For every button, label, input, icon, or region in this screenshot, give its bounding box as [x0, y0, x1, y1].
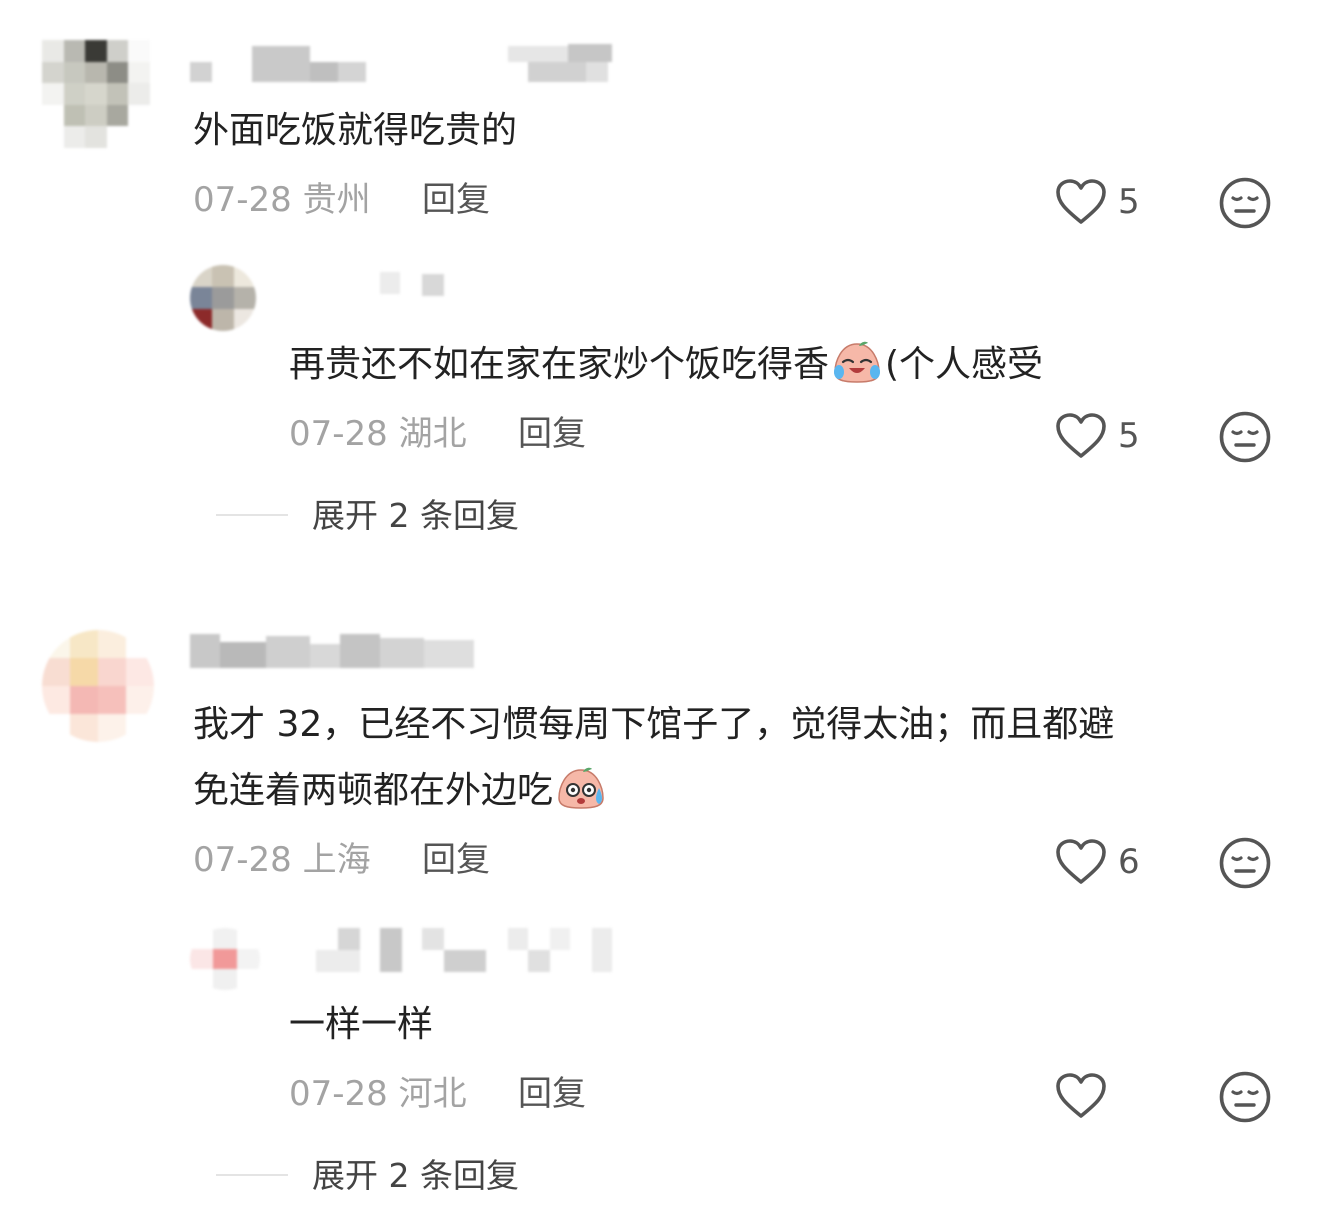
comment-meta: 07-28 贵州 — [193, 180, 371, 220]
heart-icon — [1056, 179, 1106, 224]
comment-text-line: 免连着两顿都在外边吃 — [193, 758, 1114, 824]
comment-text: 外面吃饭就得吃贵的 — [193, 110, 518, 151]
like-count: 6 — [1118, 842, 1140, 882]
reply-date: 07-28 — [289, 1074, 388, 1114]
sweating-peach-emoji-icon — [558, 767, 604, 809]
comment-date: 07-28 — [193, 180, 292, 220]
reply-avatar[interactable] — [190, 265, 256, 331]
like-count: 5 — [1118, 416, 1140, 456]
avatar[interactable] — [42, 40, 150, 148]
reply-username[interactable] — [270, 272, 460, 302]
reply-meta: 07-28 湖北 — [289, 414, 467, 454]
divider-line — [216, 1174, 288, 1176]
username[interactable] — [190, 634, 490, 674]
crying-laughing-peach-emoji-icon — [834, 341, 881, 383]
divider-line — [216, 514, 288, 516]
comment-meta: 07-28 上海 — [193, 840, 371, 880]
reply-button[interactable]: 回复 — [422, 840, 490, 880]
reply-button[interactable]: 回复 — [518, 414, 586, 454]
like-button[interactable] — [1055, 1072, 1155, 1120]
expand-replies-button[interactable]: 展开 2 条回复 — [312, 1156, 519, 1196]
reply-location: 湖北 — [398, 414, 467, 454]
reply-text: 一样一样 — [289, 1004, 434, 1045]
reply-button[interactable]: 回复 — [422, 180, 490, 220]
like-button[interactable]: 5 — [1055, 178, 1155, 226]
reply-location: 河北 — [398, 1074, 467, 1114]
dislike-face-icon[interactable] — [1218, 176, 1272, 230]
reply-username[interactable] — [316, 928, 616, 972]
like-button[interactable]: 5 — [1055, 412, 1155, 460]
heart-icon — [1056, 413, 1106, 458]
comment-date: 07-28 — [193, 840, 292, 880]
expand-replies-button[interactable]: 展开 2 条回复 — [312, 496, 519, 536]
comment-text-line: 我才 32，已经不习惯每周下馆子了，觉得太油；而且都避 — [193, 704, 1115, 745]
heart-icon — [1056, 839, 1106, 884]
dislike-face-icon[interactable] — [1218, 1070, 1272, 1124]
reply-text: 再贵还不如在家在家炒个饭吃得香 (个人感受 — [289, 332, 1043, 398]
avatar[interactable] — [42, 630, 154, 742]
comment-location: 上海 — [302, 840, 371, 880]
heart-icon — [1056, 1073, 1106, 1118]
username[interactable] — [190, 42, 620, 82]
like-button[interactable]: 6 — [1055, 838, 1155, 886]
comment-location: 贵州 — [302, 180, 371, 220]
dislike-face-icon[interactable] — [1218, 836, 1272, 890]
like-count: 5 — [1118, 182, 1140, 222]
reply-button[interactable]: 回复 — [518, 1074, 586, 1114]
dislike-face-icon[interactable] — [1218, 410, 1272, 464]
comment-text: 我才 32，已经不习惯每周下馆子了，觉得太油；而且都避 免连着两顿都在外边吃 — [193, 692, 1114, 824]
reply-meta: 07-28 河北 — [289, 1074, 467, 1114]
reply-avatar[interactable] — [190, 928, 260, 990]
reply-date: 07-28 — [289, 414, 388, 454]
